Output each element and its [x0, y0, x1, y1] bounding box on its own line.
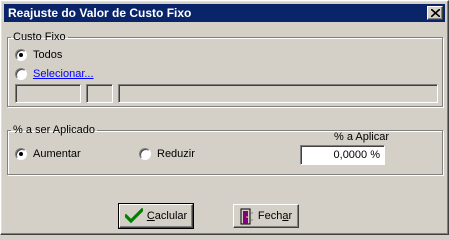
- selection-field-3: [118, 84, 438, 103]
- percent-input-label: % a Aplicar: [334, 131, 390, 143]
- radio-reduzir-indicator[interactable]: [139, 148, 151, 160]
- custo-fixo-legend: Custo Fixo: [13, 31, 66, 43]
- percent-input[interactable]: 0,0000 %: [300, 145, 385, 165]
- close-button[interactable]: [427, 6, 443, 20]
- calcular-button[interactable]: Caclular: [118, 203, 194, 229]
- checkmark-icon: [124, 208, 143, 224]
- radio-aumentar-label: Aumentar: [33, 148, 81, 160]
- percent-legend: % a ser Aplicado: [13, 124, 95, 136]
- radio-selecionar[interactable]: Selecionar...: [15, 67, 94, 81]
- radio-reduzir-label: Reduzir: [157, 148, 195, 160]
- window-title: Reajuste do Valor de Custo Fixo: [8, 6, 192, 20]
- selection-field-1: [15, 84, 81, 103]
- fechar-label: Fechar: [257, 210, 293, 222]
- calcular-label: Caclular: [146, 210, 188, 222]
- selection-field-2: [86, 84, 113, 103]
- radio-reduzir[interactable]: Reduzir: [139, 147, 195, 161]
- radio-selecionar-indicator[interactable]: [15, 68, 27, 80]
- fechar-button[interactable]: Fechar: [233, 204, 299, 228]
- title-bar[interactable]: Reajuste do Valor de Custo Fixo: [4, 4, 445, 22]
- radio-aumentar[interactable]: Aumentar: [15, 147, 81, 161]
- radio-todos-indicator[interactable]: [15, 49, 27, 61]
- close-icon: [431, 9, 440, 17]
- door-exit-icon: [240, 208, 253, 224]
- radio-aumentar-indicator[interactable]: [15, 148, 27, 160]
- radio-todos-label: Todos: [33, 49, 63, 61]
- radio-todos[interactable]: Todos: [15, 48, 62, 62]
- selecionar-link[interactable]: Selecionar...: [33, 68, 94, 80]
